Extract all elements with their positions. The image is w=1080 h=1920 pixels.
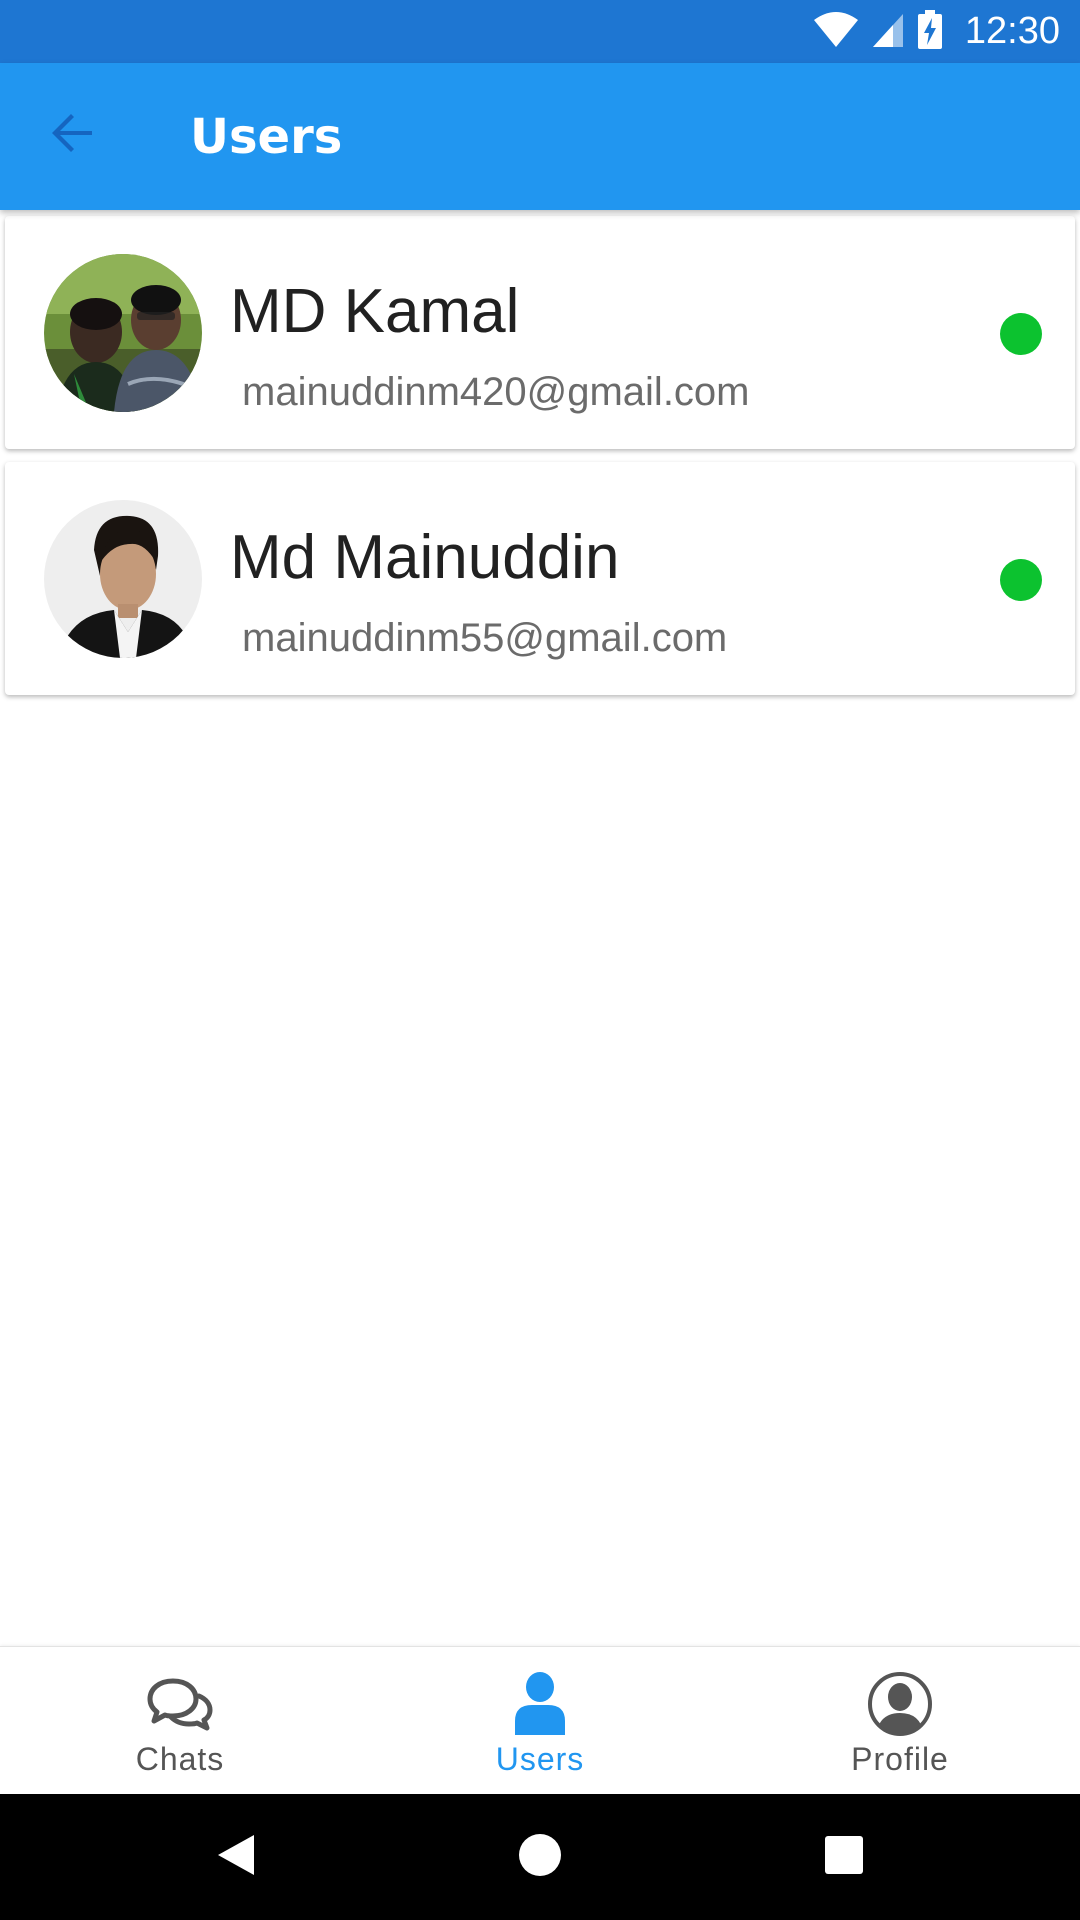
app-bar: Users xyxy=(0,63,1080,210)
user-email: mainuddinm55@gmail.com xyxy=(242,616,728,660)
back-button[interactable] xyxy=(40,103,104,167)
system-back-button[interactable] xyxy=(203,1824,269,1890)
chat-bubbles-icon xyxy=(145,1669,215,1739)
status-icons: 12:30 xyxy=(813,0,1060,63)
nav-item-chats[interactable]: Chats xyxy=(0,1647,360,1795)
back-triangle-icon xyxy=(214,1831,258,1883)
recents-square-icon xyxy=(823,1834,865,1880)
user-email: mainuddinm420@gmail.com xyxy=(242,370,750,414)
avatar xyxy=(44,254,202,412)
system-home-button[interactable] xyxy=(507,1824,573,1890)
nav-label: Profile xyxy=(851,1741,949,1777)
user-list-item[interactable]: MD Kamal mainuddinm420@gmail.com xyxy=(5,216,1075,449)
nav-label: Chats xyxy=(135,1741,225,1777)
profile-icon xyxy=(865,1669,935,1739)
online-status-indicator xyxy=(1000,313,1042,355)
nav-item-users[interactable]: Users xyxy=(360,1647,720,1795)
person-icon xyxy=(505,1669,575,1739)
home-circle-icon xyxy=(517,1832,563,1882)
battery-charging-icon xyxy=(917,9,943,54)
system-navigation-bar xyxy=(0,1794,1080,1920)
status-time: 12:30 xyxy=(964,10,1060,52)
avatar xyxy=(44,500,202,658)
bottom-navigation: Chats Users Profile xyxy=(0,1646,1080,1795)
status-bar: 12:30 xyxy=(0,0,1080,63)
nav-label: Users xyxy=(495,1741,585,1777)
user-list-item[interactable]: Md Mainuddin mainuddinm55@gmail.com xyxy=(5,462,1075,695)
signal-icon xyxy=(871,12,905,52)
system-recents-button[interactable] xyxy=(811,1824,877,1890)
online-status-indicator xyxy=(1000,559,1042,601)
wifi-icon xyxy=(813,11,859,52)
page-title: Users xyxy=(190,109,343,165)
user-name: Md Mainuddin xyxy=(230,523,620,592)
nav-item-profile[interactable]: Profile xyxy=(720,1647,1080,1795)
user-name: MD Kamal xyxy=(230,277,520,346)
arrow-back-icon xyxy=(48,109,96,161)
